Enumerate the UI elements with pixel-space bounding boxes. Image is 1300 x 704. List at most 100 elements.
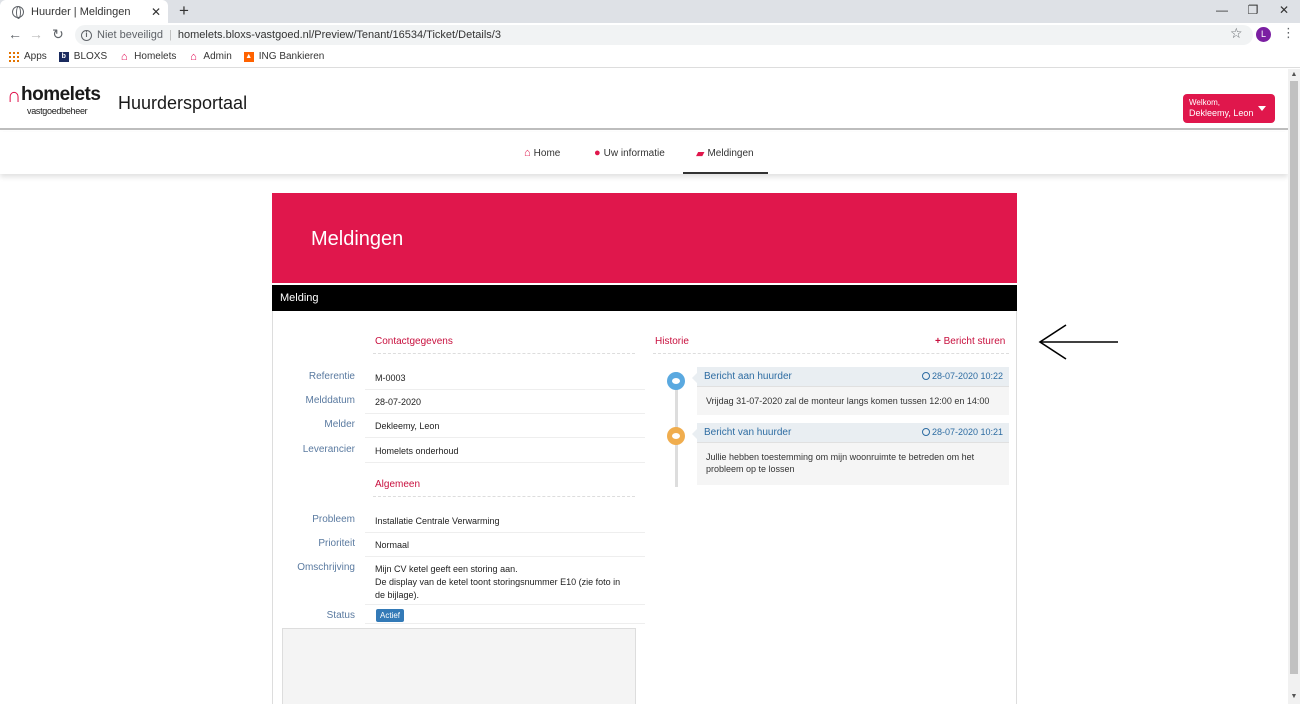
bookmark-label: BLOXS (73, 51, 108, 62)
value-prioriteit: Normaal (375, 540, 410, 550)
homelets-icon: ⌂ (120, 50, 128, 63)
label-referentie: Referentie (308, 371, 355, 382)
address-separator: | (169, 29, 172, 41)
label-probleem: Probleem (312, 514, 355, 525)
browser-toolbar: ← → ↻ i Niet beveiligd | homelets.bloxs-… (0, 23, 1300, 46)
bookmark-label: Admin (203, 51, 232, 62)
new-tab-button[interactable]: + (175, 1, 193, 21)
panel-title: Melding (272, 285, 1017, 311)
row-divider (365, 389, 645, 390)
logo-text: homelets (21, 84, 101, 105)
homelets-logo-icon: ∩ (7, 85, 22, 107)
attachment-area[interactable] (282, 628, 636, 704)
history-time-text: 28-07-2020 10:21 (931, 427, 1003, 437)
status-badge: Actief (376, 609, 405, 622)
bookmark-label: ING Bankieren (258, 51, 325, 62)
homelets-logo[interactable]: ∩ homelets vastgoedbeheer (7, 84, 107, 117)
address-bar[interactable]: i Niet beveiligd | homelets.bloxs-vastgo… (75, 25, 1253, 45)
section-divider (373, 353, 635, 354)
scrollbar-thumb[interactable] (1290, 81, 1298, 674)
send-message-link[interactable]: + Bericht sturen (935, 336, 1005, 347)
chat-bubble-icon (667, 427, 685, 445)
value-referentie: M-0003 (375, 373, 406, 383)
bookmark-label: Homelets (134, 51, 177, 62)
row-divider (365, 532, 645, 533)
page-scrollbar[interactable]: ▲ ▼ (1288, 69, 1300, 704)
row-divider (365, 437, 645, 438)
bookmark-admin[interactable]: ⌂ Admin (188, 51, 232, 62)
nav-uw-informatie[interactable]: ● Uw informatie (594, 132, 665, 174)
row-divider (365, 623, 645, 624)
reload-icon[interactable]: ↻ (49, 25, 67, 43)
history-item-header: Bericht van huurder 28-07-2020 10:21 (692, 423, 1009, 443)
send-message-label: Bericht sturen (943, 336, 1006, 347)
history-item-header: Bericht aan huurder 28-07-2020 10:22 (692, 367, 1009, 387)
profile-avatar[interactable]: L (1256, 27, 1271, 42)
label-status: Status (326, 610, 355, 621)
label-melddatum: Melddatum (305, 395, 355, 406)
label-melder: Melder (324, 419, 355, 430)
history-time-text: 28-07-2020 10:22 (931, 371, 1003, 381)
back-icon[interactable]: ← (6, 25, 24, 43)
history-message: Jullie hebben toestemming om mijn woonru… (697, 443, 1009, 483)
close-tab-icon[interactable]: ✕ (150, 5, 162, 19)
history-item: Bericht van huurder 28-07-2020 10:21 Jul… (692, 423, 1009, 485)
portal-title: Huurdersportaal (118, 93, 248, 113)
history-time: 28-07-2020 10:22 (921, 371, 1003, 381)
user-menu-button[interactable]: Welkom, Dekleemy, Leon (1183, 94, 1275, 123)
page-title: Meldingen (311, 228, 404, 250)
ticket-panel: Contactgegevens Referentie M-0003 Meldda… (272, 311, 1017, 704)
row-divider (365, 604, 645, 605)
browser-tabstrip: Huurder | Meldingen ✕ + — ❐ ✕ (0, 0, 1300, 23)
user-icon: ● (594, 147, 601, 159)
apps-grid-icon (9, 51, 19, 62)
omschrijving-line: De display van de ketel toont storingsnu… (375, 577, 621, 587)
nav-label: Uw informatie (603, 147, 665, 159)
bookmark-bloxs[interactable]: b BLOXS (58, 51, 108, 62)
tab-title: Huurder | Meldingen (31, 5, 131, 18)
section-historie: Historie (655, 336, 689, 347)
bookmark-apps[interactable]: Apps (9, 51, 47, 62)
section-divider (653, 353, 1009, 354)
omschrijving-line: Mijn CV ketel geeft een storing aan. (375, 564, 518, 574)
nav-home[interactable]: ⌂ Home (524, 132, 560, 174)
history-sender: Bericht aan huurder (704, 371, 792, 382)
logo-subtitle: vastgoedbeheer (27, 106, 88, 116)
bloxs-icon: b (58, 51, 69, 62)
clock-icon (921, 372, 930, 380)
main-navigation: ⌂ Home ● Uw informatie ▰ Meldingen (0, 132, 1288, 174)
bookmarks-bar: Apps b BLOXS ⌂ Homelets ⌂ Admin ▲ ING Ba… (0, 46, 1300, 68)
label-omschrijving: Omschrijving (297, 562, 355, 573)
plus-icon: + (935, 336, 941, 347)
nav-meldingen[interactable]: ▰ Meldingen (683, 132, 768, 174)
restore-icon[interactable]: ❐ (1237, 0, 1269, 23)
home-icon: ⌂ (524, 147, 531, 159)
forward-icon[interactable]: → (27, 25, 45, 43)
row-divider (365, 413, 645, 414)
section-contactgegevens: Contactgegevens (375, 336, 453, 347)
browser-menu-icon[interactable]: ⋮ (1282, 26, 1295, 40)
label-leverancier: Leverancier (302, 444, 355, 455)
value-probleem: Installatie Centrale Verwarming (375, 516, 500, 526)
value-omschrijving: Mijn CV ketel geeft een storing aan. De … (375, 563, 640, 602)
minimize-icon[interactable]: — (1206, 0, 1238, 23)
omschrijving-line: de bijlage). (375, 590, 420, 600)
history-message-line: probleem op te lossen (706, 464, 795, 474)
clock-icon (921, 428, 930, 436)
url-text[interactable]: homelets.bloxs-vastgoed.nl/Preview/Tenan… (178, 29, 501, 41)
history-message: Vrijdag 31-07-2020 zal de monteur langs … (706, 396, 990, 406)
close-window-icon[interactable]: ✕ (1268, 0, 1300, 23)
history-sender: Bericht van huurder (704, 427, 792, 438)
row-divider (365, 556, 645, 557)
scroll-up-icon[interactable]: ▲ (1288, 71, 1300, 78)
info-icon[interactable]: i (81, 29, 92, 41)
value-melder: Dekleemy, Leon (375, 421, 440, 431)
bookmark-star-icon[interactable]: ☆ (1230, 25, 1243, 42)
security-label: Niet beveiligd (97, 29, 164, 41)
scroll-down-icon[interactable]: ▼ (1288, 693, 1300, 700)
globe-icon (12, 5, 24, 19)
bookmark-homelets[interactable]: ⌂ Homelets (119, 50, 177, 63)
annotation-arrow-icon (1038, 324, 1118, 360)
bookmark-ing[interactable]: ▲ ING Bankieren (243, 51, 325, 62)
browser-tab[interactable]: Huurder | Meldingen ✕ (0, 0, 168, 23)
